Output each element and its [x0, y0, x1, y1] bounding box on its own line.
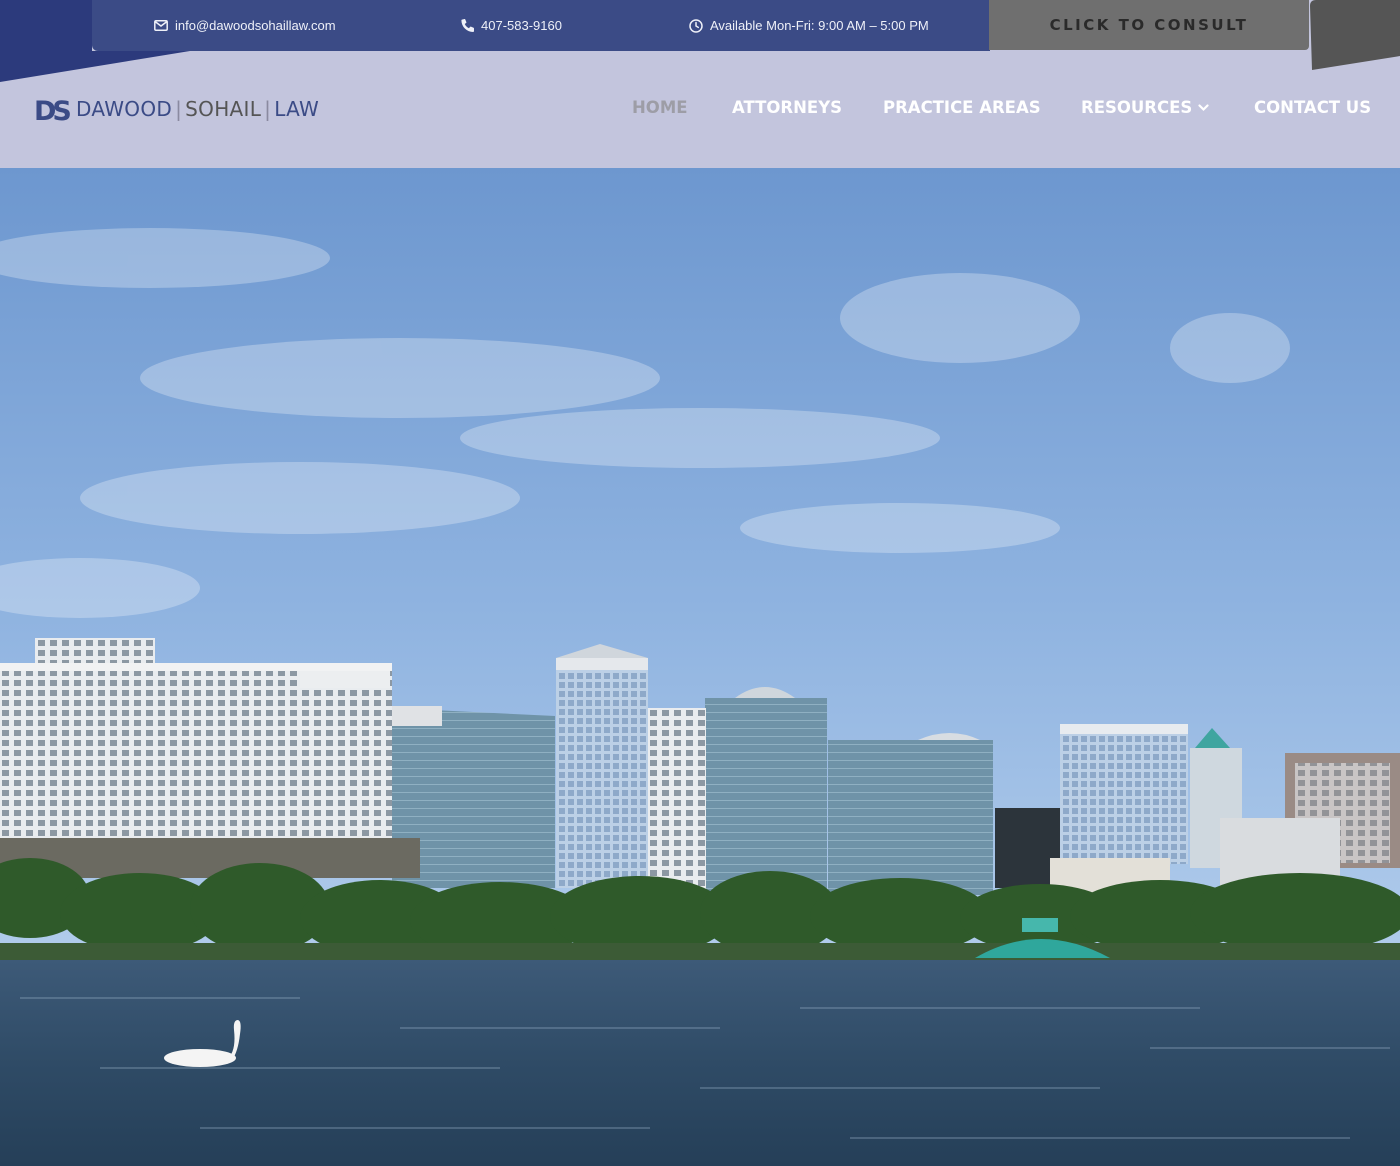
phone-link[interactable]: 407-583-9160	[461, 0, 562, 51]
email-text: info@dawoodsohaillaw.com	[175, 18, 336, 33]
envelope-icon	[154, 20, 168, 31]
nav-item-resources-label: RESOURCES	[1081, 98, 1193, 117]
hero-skyline-image	[0, 168, 1400, 1166]
nav-item-practice-areas[interactable]: PRACTICE AREAS	[883, 98, 1041, 117]
click-to-consult-button[interactable]: CLICK TO CONSULT	[989, 0, 1309, 50]
clock-icon	[689, 18, 703, 33]
email-link[interactable]: info@dawoodsohaillaw.com	[154, 0, 336, 51]
hours-info: Available Mon-Fri: 9:00 AM – 5:00 PM	[689, 0, 929, 51]
contact-strip: info@dawoodsohaillaw.com 407-583-9160 Av…	[92, 0, 990, 51]
nav-item-resources[interactable]: RESOURCES	[1081, 98, 1209, 117]
decorative-corner-right	[1310, 0, 1400, 70]
hours-text: Available Mon-Fri: 9:00 AM – 5:00 PM	[710, 18, 929, 33]
chevron-down-icon	[1198, 103, 1209, 111]
main-navigation: HOME ATTORNEYS PRACTICE AREAS RESOURCES …	[0, 98, 1400, 124]
phone-icon	[461, 19, 474, 32]
nav-item-home[interactable]: HOME	[632, 98, 688, 117]
nav-item-contact-us[interactable]: CONTACT US	[1254, 98, 1371, 117]
phone-text: 407-583-9160	[481, 18, 562, 33]
nav-item-attorneys[interactable]: ATTORNEYS	[732, 98, 842, 117]
